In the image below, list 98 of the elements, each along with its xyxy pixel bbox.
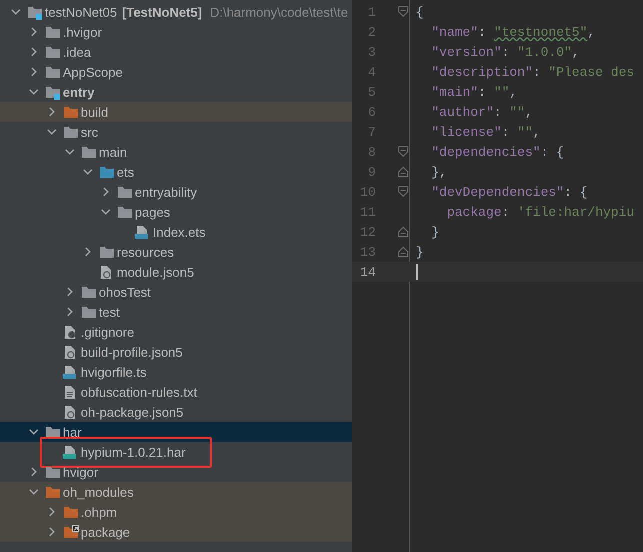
- fold-end-icon[interactable]: [398, 166, 409, 178]
- item-label: har: [63, 424, 82, 440]
- line-number: 9: [367, 164, 376, 180]
- item-label: AppScope: [63, 64, 123, 80]
- code-text: "license": "",: [430, 124, 541, 140]
- line-number: 7: [367, 124, 376, 140]
- tree-item[interactable]: .gitignore: [0, 322, 352, 342]
- tree-item[interactable]: entry: [0, 82, 352, 102]
- item-label: pages: [135, 204, 170, 220]
- tree-item[interactable]: ets: [0, 162, 352, 182]
- item-label: build: [81, 104, 108, 120]
- file-icon: [63, 344, 77, 360]
- item-label: build-profile.json5: [81, 344, 183, 360]
- item-label: obfuscation-rules.txt: [81, 384, 198, 400]
- fold-icon[interactable]: [398, 186, 409, 198]
- code-text: }: [415, 244, 424, 260]
- tree-item[interactable]: har: [0, 422, 352, 442]
- item-label: ets: [117, 164, 134, 180]
- line-number: 3: [367, 44, 376, 60]
- item-label: package: [81, 524, 130, 540]
- tree-item[interactable]: main: [0, 142, 352, 162]
- fold-icon[interactable]: [398, 146, 409, 158]
- line-number: 12: [359, 224, 376, 240]
- item-label: entry: [63, 84, 95, 100]
- file-icon: [63, 324, 77, 340]
- line-number: 14: [359, 264, 376, 280]
- line-number: 2: [367, 24, 376, 40]
- item-label: .idea: [63, 44, 92, 60]
- fold-end-icon[interactable]: [398, 246, 409, 258]
- item-label: test: [99, 304, 120, 320]
- code-text: package: 'file:har/hypiu: [446, 204, 634, 220]
- line-number: 8: [367, 144, 376, 160]
- file-icon: [63, 444, 77, 460]
- item-label: ohosTest: [99, 284, 152, 300]
- item-label: .ohpm: [81, 504, 118, 520]
- item-label: hvigorfile.ts: [81, 364, 147, 380]
- line-number: 10: [359, 184, 376, 200]
- code-text: "devDependencies": {: [430, 184, 588, 200]
- tree-item[interactable]: build: [0, 102, 352, 122]
- code-text: }: [430, 224, 440, 240]
- code-text: "version": "1.0.0",: [430, 44, 580, 60]
- file-icon: [63, 364, 77, 380]
- file-icon: [99, 264, 113, 280]
- item-label: hvigor: [63, 464, 98, 480]
- line-number: 5: [367, 84, 376, 100]
- item-label: oh-package.json5: [81, 404, 184, 420]
- tree-item[interactable]: module.json5: [0, 262, 352, 282]
- tree-item[interactable]: resources: [0, 242, 352, 262]
- item-label: entryability: [135, 184, 198, 200]
- tree-item[interactable]: ohosTest: [0, 282, 352, 302]
- module-name: [TestNoNet5]: [122, 4, 202, 20]
- tree-item[interactable]: testNoNet05 [TestNoNet5] D:\harmony\code\test\te: [0, 2, 352, 22]
- line-number: 4: [367, 64, 376, 80]
- tree-item[interactable]: src: [0, 122, 352, 142]
- code-text: "main": "",: [430, 84, 518, 100]
- file-icon: [135, 224, 149, 240]
- tree-item[interactable]: entryability: [0, 182, 352, 202]
- item-label: main: [99, 144, 128, 160]
- file-icon: [63, 384, 77, 400]
- item-label: hypium-1.0.21.har: [81, 444, 186, 460]
- tree-item[interactable]: .hvigor: [0, 22, 352, 42]
- code-text: },: [430, 164, 448, 180]
- tree-item[interactable]: oh-package.json5: [0, 402, 352, 422]
- tree-item[interactable]: obfuscation-rules.txt: [0, 382, 352, 402]
- tree-item[interactable]: AppScope: [0, 62, 352, 82]
- text-cursor: [416, 264, 418, 280]
- tree-item[interactable]: .idea: [0, 42, 352, 62]
- line-number: 13: [359, 244, 376, 260]
- tree-item[interactable]: .ohpm: [0, 502, 352, 522]
- item-label: resources: [117, 244, 174, 260]
- item-label: oh_modules: [63, 484, 134, 500]
- fold-icon[interactable]: [398, 6, 409, 18]
- line-number: 6: [367, 104, 376, 120]
- tree-item[interactable]: package: [0, 522, 352, 542]
- item-label: .hvigor: [63, 24, 102, 40]
- line-number: 1: [367, 4, 376, 20]
- item-label: Index.ets: [153, 224, 206, 240]
- tree-item[interactable]: hypium-1.0.21.har: [0, 442, 352, 462]
- item-label: src: [81, 124, 98, 140]
- item-label: testNoNet05: [45, 4, 118, 20]
- tree-item[interactable]: build-profile.json5: [0, 342, 352, 362]
- code-text: "description": "Please des: [430, 64, 634, 80]
- code-text: "author": "",: [430, 104, 534, 120]
- code-text: "dependencies": {: [430, 144, 564, 160]
- tree-item[interactable]: oh_modules: [0, 482, 352, 502]
- item-label: .gitignore: [81, 324, 134, 340]
- line-number: 11: [359, 204, 376, 220]
- item-label: module.json5: [117, 264, 194, 280]
- tree-item[interactable]: pages: [0, 202, 352, 222]
- fold-end-icon[interactable]: [398, 226, 409, 238]
- code-text: {: [415, 4, 424, 20]
- code-text: "name": "testnonet5",: [430, 24, 596, 40]
- tree-item[interactable]: Index.ets: [0, 222, 352, 242]
- project-path: D:\harmony\code\test\te: [210, 4, 348, 20]
- file-icon: [63, 404, 77, 420]
- tree-item[interactable]: hvigorfile.ts: [0, 362, 352, 382]
- tree-item[interactable]: test: [0, 302, 352, 322]
- tree-item[interactable]: hvigor: [0, 462, 352, 482]
